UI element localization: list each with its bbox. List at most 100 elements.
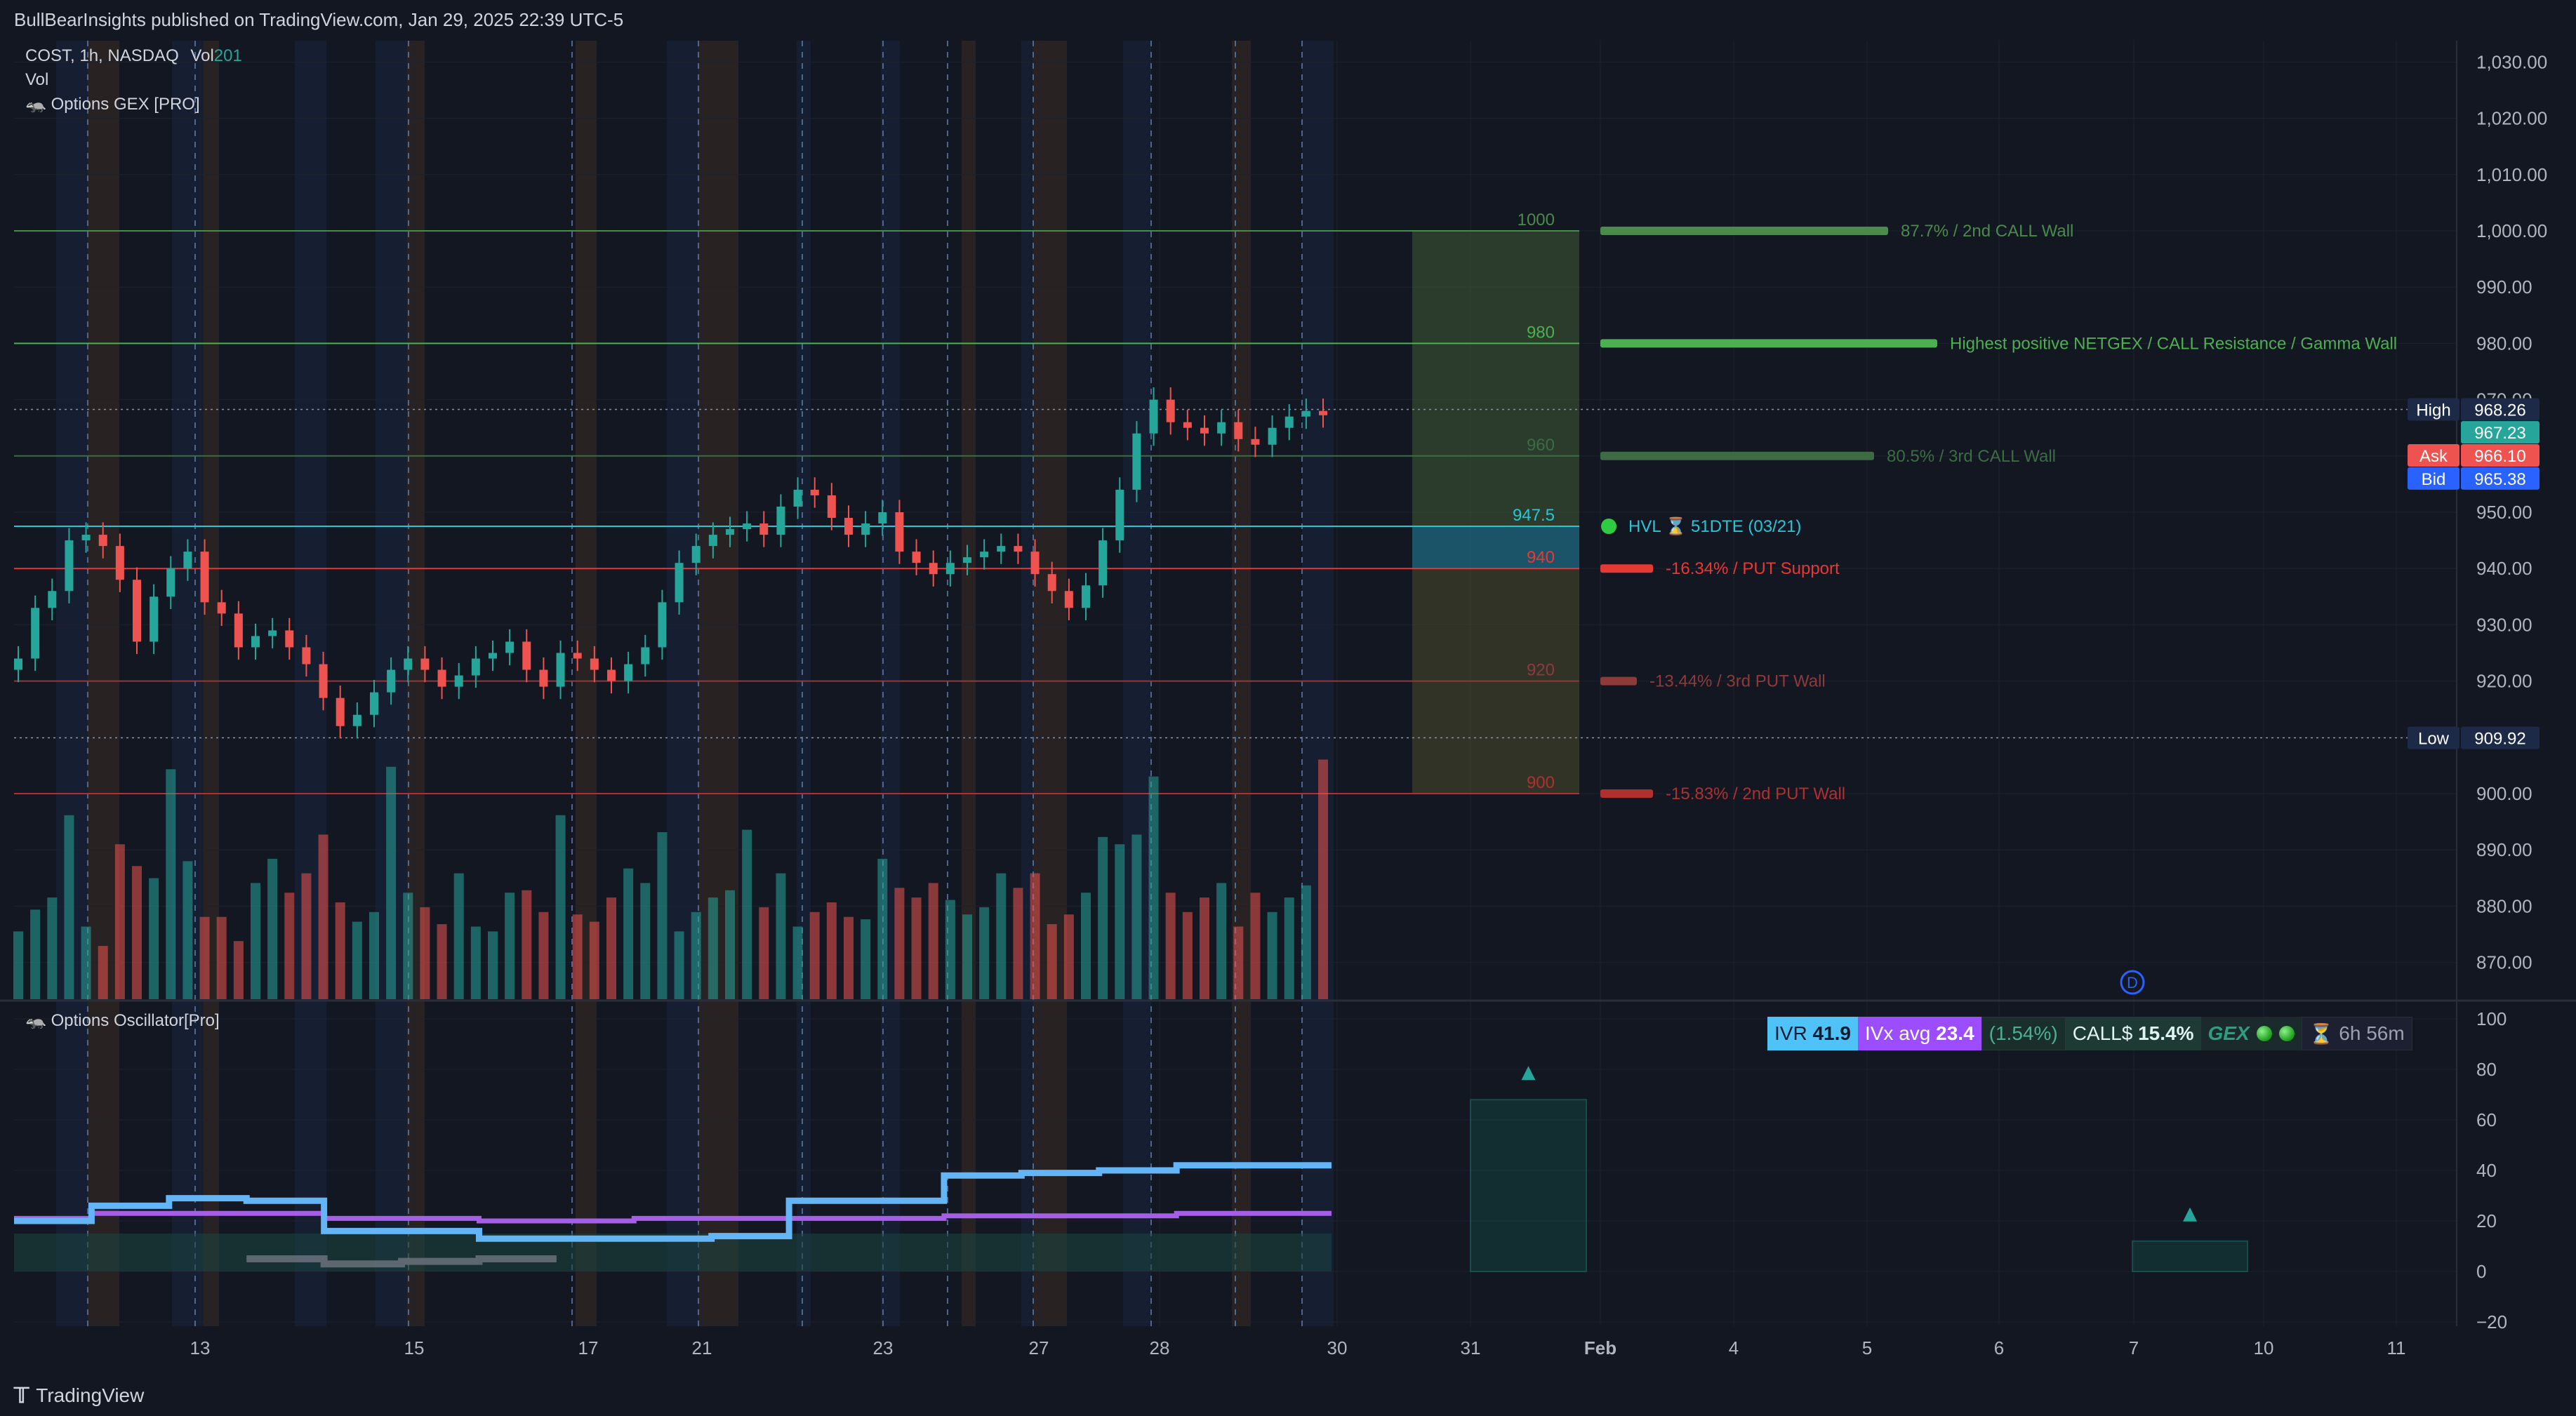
brand-name[interactable]: TradingView: [36, 1384, 144, 1407]
session-band: [962, 41, 976, 1326]
candle-body: [1284, 416, 1294, 428]
osc-histogram-bar: [1470, 1099, 1587, 1272]
volume-bar: [403, 893, 413, 999]
volume-bar: [606, 897, 616, 999]
candle-body: [404, 658, 413, 670]
price-badge: Low 909.92: [2408, 726, 2540, 749]
osc-axis-tick: 60: [2476, 1109, 2497, 1130]
session-band: [881, 41, 900, 1326]
volume-bar: [1267, 911, 1277, 999]
candle-body: [861, 523, 870, 535]
legend-vol-line[interactable]: Vol: [25, 70, 48, 90]
time-axis-tick: 13: [190, 1337, 211, 1358]
price-axis-tick: 950.00: [2476, 502, 2532, 523]
volume-bar: [267, 858, 278, 999]
hvl-dot-icon: [1601, 519, 1616, 535]
candle-body: [200, 552, 209, 603]
volume-bar: [182, 861, 193, 999]
call-badge: CALL$ 15.4%: [2065, 1017, 2201, 1050]
volume-bar: [488, 931, 498, 999]
volume-bar: [1063, 914, 1074, 999]
osc-axis-tick: 40: [2476, 1160, 2497, 1181]
time-axis-tick: 4: [1729, 1337, 1739, 1358]
time-axis-tick: 15: [404, 1337, 425, 1358]
gex-bar: [1600, 564, 1653, 573]
candle-body: [759, 523, 769, 535]
volume-bar: [13, 931, 23, 999]
candle-body: [776, 506, 785, 535]
volume-bar: [251, 883, 260, 999]
legend-vol-text: Vol: [25, 70, 49, 89]
volume-bar: [861, 919, 871, 999]
volume-bar: [945, 900, 955, 999]
price-axis-tick: 1,030.00: [2476, 51, 2547, 72]
candle-body: [48, 591, 57, 608]
candle-body: [183, 552, 192, 569]
volume-bar: [47, 897, 58, 999]
price-axis-tick: 870.00: [2476, 952, 2532, 973]
price-badge: Ask 966.10: [2408, 443, 2540, 467]
session-band: [576, 41, 597, 1326]
gex-level-note: HVL ⌛ 51DTE (03/21): [1628, 516, 1801, 536]
time-axis-tick: 10: [2254, 1337, 2274, 1358]
volume-bar: [1318, 759, 1328, 999]
gex-badge: GEX: [2200, 1017, 2302, 1050]
volume-bar: [199, 916, 210, 999]
session-band: [797, 41, 811, 1326]
candle-body: [691, 546, 701, 563]
tradingview-logo-icon[interactable]: 𝕋: [14, 1384, 29, 1408]
candle-body: [1014, 546, 1023, 552]
candle-body: [437, 669, 446, 687]
price-badge-label: Ask: [2419, 447, 2448, 466]
candle-body: [1047, 574, 1056, 592]
candle-body: [81, 535, 91, 541]
legend-indicator-osc[interactable]: 🦡 Options Oscillator[Pro]: [25, 1010, 220, 1031]
osc-histogram-bar: [2132, 1240, 2248, 1273]
candle-body: [302, 647, 311, 664]
candle-body: [1166, 399, 1175, 422]
pct-badge: (1.54%): [1981, 1017, 2066, 1050]
candle-body: [454, 675, 463, 687]
volume-bar: [792, 926, 803, 999]
session-band: [667, 41, 698, 1326]
volume-bar: [470, 926, 481, 999]
gex-level-note: -13.44% / 3rd PUT Wall: [1649, 672, 1826, 691]
price-badge: Bid 965.38: [2408, 467, 2540, 490]
candle-body: [1149, 399, 1158, 434]
volume-bar: [132, 866, 142, 999]
candle-body: [1098, 540, 1108, 586]
legend-vol-value: 201: [213, 46, 242, 65]
candle-body: [1268, 427, 1277, 445]
osc-axis-tick: 20: [2476, 1210, 2497, 1231]
session-band: [1033, 41, 1067, 1326]
session-band: [56, 41, 88, 1326]
candle-body: [1030, 552, 1040, 575]
candle-body: [319, 664, 328, 698]
candle-body: [370, 692, 378, 715]
options-info-strip: IVR 41.9 IVx avg 23.4 (1.54%) CALL$ 15.4…: [1767, 1017, 2412, 1050]
volume-bar: [826, 902, 837, 999]
time-axis-tick: 6: [1994, 1337, 2004, 1358]
volume-bar: [1182, 911, 1193, 999]
candle-body: [1183, 422, 1192, 428]
price-badge: 967.23: [2461, 421, 2540, 444]
candle-body: [708, 535, 717, 547]
time-axis-tick: 27: [1029, 1337, 1049, 1358]
price-chart[interactable]: 100087.7% / 2nd CALL Wall980Highest posi…: [0, 0, 2576, 1375]
price-badge: High 968.26: [2408, 398, 2540, 421]
gex-call-zone: [1412, 231, 1579, 527]
legend-symbol[interactable]: COST, 1h, NASDAQ: [25, 46, 179, 65]
candle-body: [1319, 410, 1327, 415]
volume-bar: [1250, 893, 1261, 999]
chart-legend: COST, 1h, NASDAQ Vol201: [25, 46, 242, 66]
candle-body: [1234, 422, 1243, 439]
volume-bar: [98, 946, 108, 999]
volume-bar: [166, 769, 176, 999]
candle-body: [810, 489, 819, 495]
price-badge-value: 968.26: [2474, 401, 2525, 420]
candle-body: [268, 630, 277, 636]
volume-bar: [962, 914, 972, 999]
volume-bar: [301, 873, 312, 999]
legend-indicator-gex[interactable]: 🦡 Options GEX [PRO]: [25, 94, 200, 114]
candle-body: [1115, 489, 1124, 541]
